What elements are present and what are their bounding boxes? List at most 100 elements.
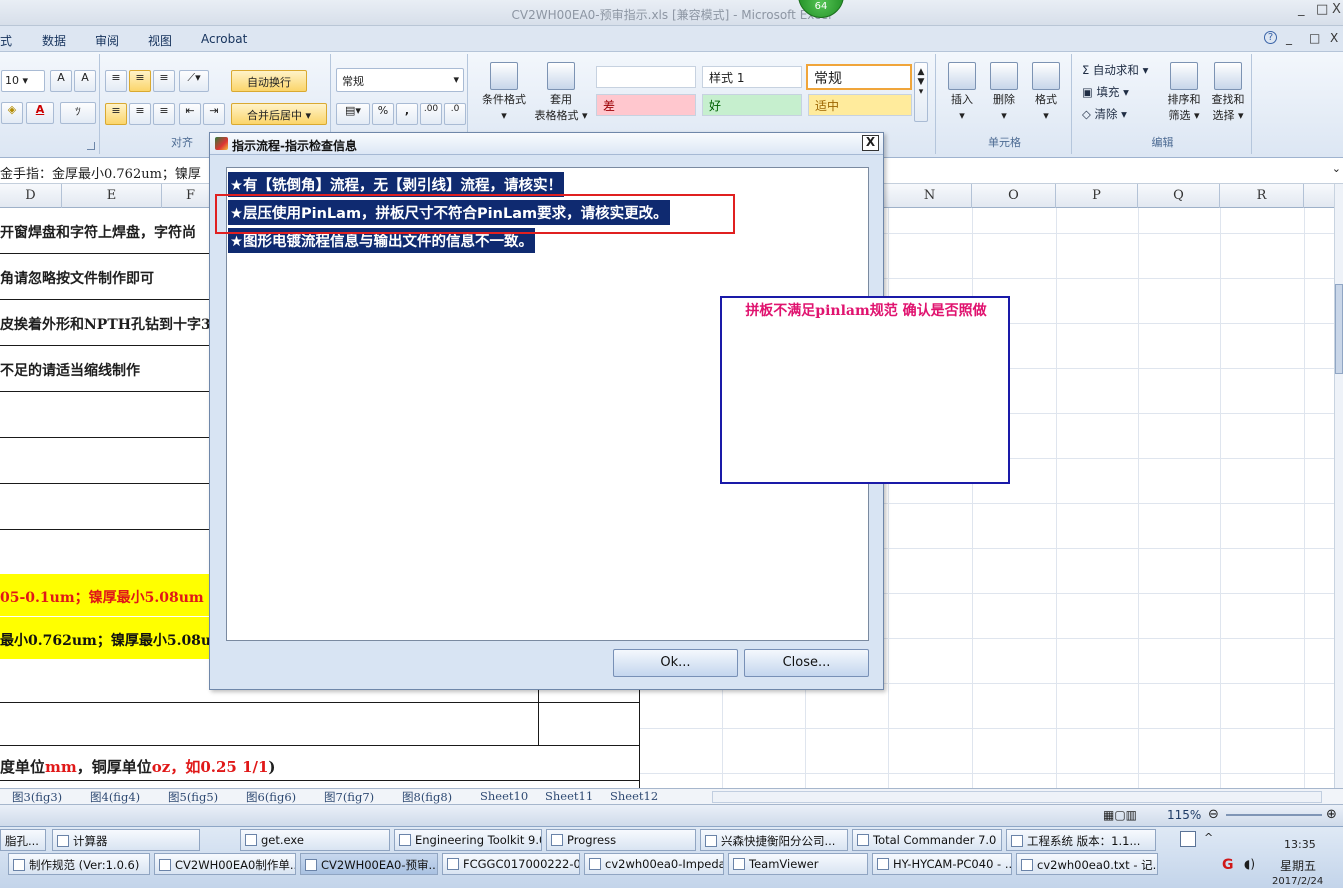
close-button[interactable]: Close... bbox=[744, 649, 869, 677]
column-header-o[interactable]: O bbox=[972, 184, 1056, 208]
align-top-icon[interactable]: ≡ bbox=[105, 70, 127, 92]
taskbar-item[interactable]: get.exe bbox=[240, 829, 390, 851]
taskbar-item[interactable]: 制作规范 (Ver:1.0.6) bbox=[8, 853, 150, 875]
ribbon-restore-button[interactable]: □ bbox=[1309, 31, 1320, 45]
scrollbar-thumb[interactable] bbox=[1335, 284, 1343, 374]
style-1[interactable]: 样式 1 bbox=[702, 66, 802, 88]
dialog-launcher-icon[interactable] bbox=[87, 142, 95, 150]
column-header-p[interactable]: P bbox=[1056, 184, 1138, 208]
tab-format[interactable]: 式 bbox=[0, 32, 12, 49]
tab-review[interactable]: 审阅 bbox=[95, 32, 119, 49]
align-bottom-icon[interactable]: ≡ bbox=[153, 70, 175, 92]
view-buttons-icon[interactable]: ▦▢▥ bbox=[1103, 808, 1137, 822]
workbook-close-button[interactable]: X bbox=[1330, 31, 1338, 45]
font-color-icon[interactable]: A bbox=[26, 102, 54, 124]
decrease-decimal-icon[interactable]: .0 bbox=[444, 103, 466, 125]
sheet-tab[interactable]: 图6(fig6) bbox=[246, 789, 296, 805]
taskbar-item[interactable]: 脂孔... bbox=[0, 829, 46, 851]
column-header-r[interactable]: R bbox=[1220, 184, 1304, 208]
taskbar-item[interactable]: TeamViewer bbox=[728, 853, 868, 875]
maximize-button[interactable]: □ bbox=[1316, 2, 1328, 17]
close-window-button[interactable]: X bbox=[1332, 2, 1341, 17]
fill-button[interactable]: ▣ 填充 ▾ bbox=[1082, 84, 1129, 100]
comma-button[interactable]: , bbox=[396, 103, 418, 125]
orientation-icon[interactable]: ⟋▾ bbox=[179, 70, 209, 92]
style-bad[interactable]: 差 bbox=[596, 94, 696, 116]
dialog-close-button[interactable]: X bbox=[862, 135, 879, 151]
antivirus-icon[interactable]: G bbox=[1222, 857, 1234, 873]
zoom-slider[interactable] bbox=[1226, 814, 1322, 816]
align-left-icon[interactable]: ≡ bbox=[105, 103, 127, 125]
wrap-text-button[interactable]: 自动换行 bbox=[231, 70, 307, 92]
find-select-button[interactable]: 查找和 选择 ▾ bbox=[1206, 62, 1250, 124]
phonetic-icon[interactable]: ﾂ bbox=[60, 102, 96, 124]
tray-expand-icon[interactable]: ^ bbox=[1204, 831, 1213, 844]
delete-button[interactable]: 删除 ▾ bbox=[984, 62, 1024, 124]
taskbar-item[interactable]: HY-HYCAM-PC040 - ... bbox=[872, 853, 1012, 875]
taskbar-item[interactable]: FCGGC017000222-0... bbox=[442, 853, 580, 875]
tab-acrobat[interactable]: Acrobat bbox=[201, 32, 247, 46]
sheet-tab[interactable]: Sheet12 bbox=[610, 789, 658, 803]
grow-font-button[interactable]: A bbox=[50, 70, 72, 92]
sheet-tab[interactable]: 图4(fig4) bbox=[90, 789, 140, 805]
expand-formula-icon[interactable]: ⌄ bbox=[1332, 162, 1341, 175]
taskbar-item[interactable]: 工程系统 版本：1.1... bbox=[1006, 829, 1156, 851]
sheet-tab[interactable]: 图7(fig7) bbox=[324, 789, 374, 805]
taskbar-item[interactable]: 计算器 bbox=[52, 829, 200, 851]
zoom-level[interactable]: 115% bbox=[1167, 808, 1201, 822]
conditional-format-button[interactable]: 条件格式 ▾ bbox=[476, 62, 532, 124]
style-good[interactable]: 好 bbox=[702, 94, 802, 116]
style-empty[interactable] bbox=[596, 66, 696, 88]
volume-icon[interactable]: ◖) bbox=[1244, 857, 1255, 871]
horizontal-scrollbar[interactable] bbox=[712, 791, 1322, 803]
sort-filter-button[interactable]: 排序和 筛选 ▾ bbox=[1162, 62, 1206, 124]
align-center-icon[interactable]: ≡ bbox=[129, 103, 151, 125]
tab-data[interactable]: 数据 bbox=[42, 32, 66, 49]
taskbar-item[interactable]: cv2wh00ea0.txt - 记... bbox=[1016, 853, 1158, 875]
zoom-in-icon[interactable]: ⊕ bbox=[1326, 807, 1337, 822]
sheet-tab[interactable]: Sheet10 bbox=[480, 789, 528, 803]
shrink-font-button[interactable]: A bbox=[74, 70, 96, 92]
decrease-indent-icon[interactable]: ⇤ bbox=[179, 103, 201, 125]
taskbar-item-active[interactable]: CV2WH00EA0-预审... bbox=[300, 853, 438, 875]
clear-button[interactable]: ◇ 清除 ▾ bbox=[1082, 106, 1127, 122]
sheet-tab[interactable]: 图3(fig3) bbox=[12, 789, 62, 805]
number-format-select[interactable]: 常规 ▾ bbox=[336, 68, 464, 92]
align-middle-icon[interactable]: ≡ bbox=[129, 70, 151, 92]
style-neutral[interactable]: 适中 bbox=[808, 94, 912, 116]
vertical-scrollbar[interactable] bbox=[1334, 184, 1343, 788]
taskbar-item[interactable]: cv2wh00ea0-Impeda... bbox=[584, 853, 724, 875]
taskbar-item[interactable]: CV2WH00EA0制作单... bbox=[154, 853, 296, 875]
format-button[interactable]: 格式 ▾ bbox=[1026, 62, 1066, 124]
style-normal[interactable]: 常规 bbox=[806, 64, 912, 90]
ribbon-minimize-button[interactable]: _ bbox=[1286, 31, 1292, 45]
column-header-e[interactable]: E bbox=[62, 184, 162, 208]
sheet-tab[interactable]: Sheet11 bbox=[545, 789, 593, 803]
currency-icon[interactable]: ▤▾ bbox=[336, 103, 370, 125]
align-right-icon[interactable]: ≡ bbox=[153, 103, 175, 125]
autosum-button[interactable]: Σ 自动求和 ▾ bbox=[1082, 62, 1148, 78]
taskbar-item[interactable]: Engineering Toolkit 9.0... bbox=[394, 829, 542, 851]
sheet-tab[interactable]: 图8(fig8) bbox=[402, 789, 452, 805]
insert-button[interactable]: 插入 ▾ bbox=[942, 62, 982, 124]
zoom-out-icon[interactable]: ⊖ bbox=[1208, 807, 1219, 822]
taskbar-item[interactable]: 兴森快捷衡阳分公司... bbox=[700, 829, 848, 851]
dialog-title-bar[interactable]: 指示流程-指示检查信息 X bbox=[210, 133, 883, 155]
fill-color-icon[interactable]: ◈ bbox=[1, 102, 23, 124]
font-size-select[interactable]: 10 ▾ bbox=[1, 70, 45, 92]
minimize-button[interactable]: _ bbox=[1298, 2, 1305, 17]
merge-center-button[interactable]: 合并后居中 ▾ bbox=[231, 103, 327, 125]
tray-icon[interactable] bbox=[1180, 831, 1196, 847]
help-icon[interactable]: ? bbox=[1264, 31, 1277, 44]
tab-view[interactable]: 视图 bbox=[148, 32, 172, 49]
taskbar-item[interactable]: Progress bbox=[546, 829, 696, 851]
styles-scroll[interactable]: ▲ ▼ ▾ bbox=[914, 62, 928, 122]
ok-button[interactable]: Ok... bbox=[613, 649, 738, 677]
increase-decimal-icon[interactable]: .00 bbox=[420, 103, 442, 125]
increase-indent-icon[interactable]: ⇥ bbox=[203, 103, 225, 125]
sheet-tab[interactable]: 图5(fig5) bbox=[168, 789, 218, 805]
percent-button[interactable]: % bbox=[372, 103, 394, 125]
column-header-d[interactable]: D bbox=[0, 184, 62, 208]
column-header-q[interactable]: Q bbox=[1138, 184, 1220, 208]
format-as-table-button[interactable]: 套用 表格格式 ▾ bbox=[532, 62, 590, 124]
